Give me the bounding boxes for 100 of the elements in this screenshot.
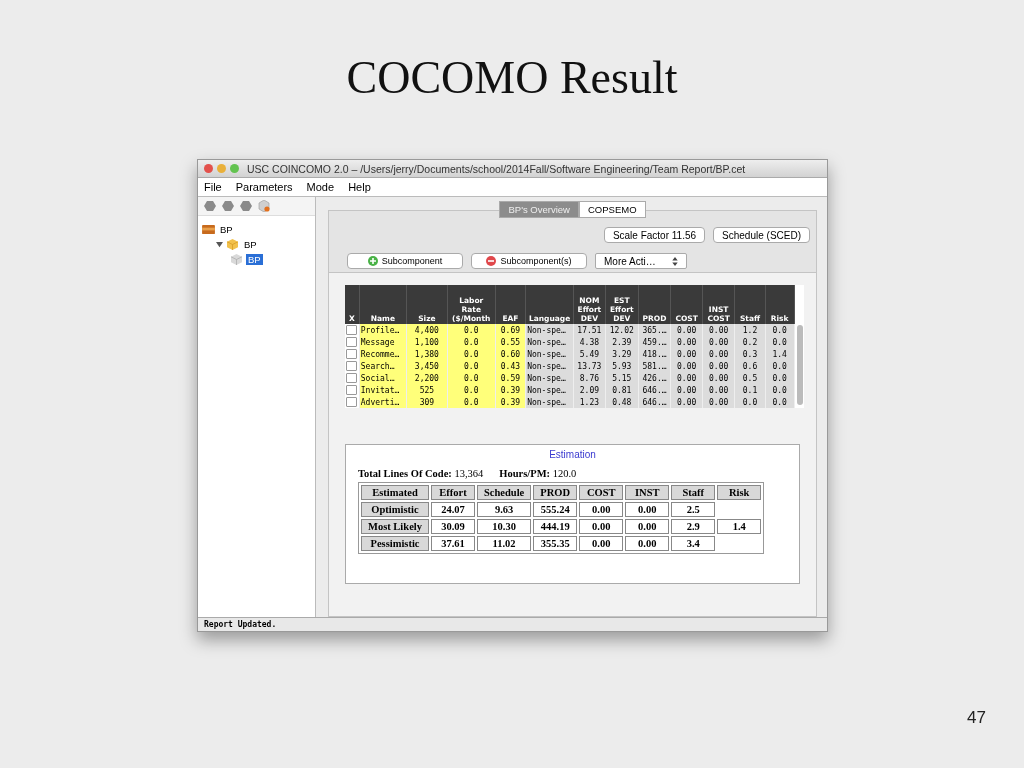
- row-checkbox[interactable]: [346, 325, 358, 335]
- hexagon-icon[interactable]: [240, 200, 252, 212]
- table-cell: 355.35: [533, 536, 578, 551]
- table-cell: 3.29: [605, 348, 639, 360]
- table-cell: 0.0: [765, 336, 795, 348]
- table-cell: 0.00: [670, 396, 703, 408]
- table-cell: 365.…: [638, 324, 671, 336]
- table-cell: 3.4: [671, 536, 716, 551]
- tab[interactable]: COPSEMO: [578, 201, 646, 218]
- tree-item[interactable]: BP: [218, 224, 235, 235]
- table-cell: 646.…: [638, 396, 671, 408]
- row-checkbox[interactable]: [346, 373, 358, 383]
- table-cell: 0.0: [447, 336, 496, 348]
- toolbar-button[interactable]: Scale Factor 11.56: [603, 227, 706, 243]
- table-cell: 1.4: [765, 348, 795, 360]
- column-header: Effort: [430, 485, 475, 500]
- add-subcomponent-button[interactable]: Subcomponent: [347, 253, 463, 269]
- row-checkbox[interactable]: [346, 385, 358, 395]
- column-header: Staff: [671, 485, 716, 500]
- folder-icon: [202, 224, 215, 235]
- summary-text: Hours/PM: 120.0: [499, 468, 577, 479]
- table-cell: 0.3: [734, 348, 766, 360]
- column-header: Risk: [717, 485, 762, 500]
- remove-subcomponent-button[interactable]: Subcomponent(s): [471, 253, 587, 269]
- table-cell: 0.0: [734, 396, 766, 408]
- hexagon-icon[interactable]: [222, 200, 234, 212]
- table-cell: 17.51: [573, 324, 606, 336]
- table-cell: 0.00: [579, 502, 624, 517]
- expand-triangle-icon[interactable]: [216, 241, 223, 248]
- row-checkbox[interactable]: [346, 349, 358, 359]
- column-header: COST: [579, 485, 624, 500]
- table-cell: 426.…: [638, 372, 671, 384]
- table-cell: 0.0: [447, 360, 496, 372]
- table-cell: 0.00: [670, 348, 703, 360]
- table-cell: 13.73: [573, 360, 606, 372]
- table-cell: 0.43: [495, 360, 526, 372]
- menu-item[interactable]: Help: [348, 181, 371, 193]
- menu-item[interactable]: File: [204, 181, 222, 193]
- table-cell: Social…: [359, 372, 407, 384]
- table-cell: 0.00: [670, 372, 703, 384]
- table-cell: 2.09: [573, 384, 606, 396]
- table-cell: 0.00: [702, 372, 735, 384]
- box-icon: [230, 254, 243, 265]
- table-cell: Invitat…: [359, 384, 407, 396]
- table-cell: 444.19: [533, 519, 578, 534]
- scrollbar[interactable]: [794, 285, 804, 408]
- table-cell: 5.15: [605, 372, 639, 384]
- table-cell: 0.00: [670, 360, 703, 372]
- table-cell: 0.55: [495, 336, 526, 348]
- table-cell: 9.63: [476, 502, 532, 517]
- table-cell: 30.09: [430, 519, 475, 534]
- row-header: Most Likely: [361, 519, 429, 534]
- table-cell: Non-spe…: [525, 396, 574, 408]
- table-cell: 0.48: [605, 396, 639, 408]
- table-cell: Search…: [359, 360, 407, 372]
- table-cell: 0.2: [734, 336, 766, 348]
- table-cell: 0.00: [670, 324, 703, 336]
- row-header: Optimistic: [361, 502, 429, 517]
- tree-item[interactable]: BP: [246, 254, 263, 265]
- row-checkbox[interactable]: [346, 337, 358, 347]
- toolbar-button[interactable]: Schedule (SCED): [713, 227, 810, 243]
- table-cell: 0.81: [605, 384, 639, 396]
- table-cell: 4,400: [406, 324, 448, 336]
- menu-item[interactable]: Parameters: [235, 181, 293, 193]
- table-cell: 0.0: [765, 372, 795, 384]
- table-cell: 0.39: [495, 396, 526, 408]
- table-cell: Message: [359, 336, 407, 348]
- table-cell: Recomme…: [359, 348, 407, 360]
- close-button[interactable]: [204, 164, 213, 173]
- table-cell: 0.00: [670, 384, 703, 396]
- table-cell: 2.39: [605, 336, 639, 348]
- column-header: INST: [625, 485, 670, 500]
- table-cell: 1.23: [573, 396, 606, 408]
- table-cell: 5.49: [573, 348, 606, 360]
- table-cell: 0.39: [495, 384, 526, 396]
- minus-icon: [486, 256, 497, 266]
- table-cell: 1,100: [406, 336, 448, 348]
- table-cell: 0.00: [625, 519, 670, 534]
- hexagon-icon[interactable]: [204, 200, 216, 212]
- table-cell: 0.0: [447, 372, 496, 384]
- table-cell: 0.0: [447, 396, 496, 408]
- menu-item[interactable]: Mode: [306, 181, 335, 193]
- table-cell: 0.00: [702, 360, 735, 372]
- plus-icon: [367, 256, 378, 266]
- row-checkbox[interactable]: [346, 397, 358, 407]
- column-header: PROD: [533, 485, 578, 500]
- row-checkbox[interactable]: [346, 361, 358, 371]
- cube-icon[interactable]: [258, 200, 270, 212]
- row-header: Pessimistic: [361, 536, 429, 551]
- table-cell: 309: [406, 396, 448, 408]
- box-icon: [226, 239, 239, 250]
- table-cell: 8.76: [573, 372, 606, 384]
- table-cell: 0.69: [495, 324, 526, 336]
- minimize-button[interactable]: [217, 164, 226, 173]
- zoom-button[interactable]: [230, 164, 239, 173]
- tree-item[interactable]: BP: [242, 239, 259, 250]
- actions-dropdown[interactable]: More Acti…: [595, 253, 687, 269]
- table-cell: 4.38: [573, 336, 606, 348]
- table-cell: 581.…: [638, 360, 671, 372]
- table-cell: 0.00: [670, 336, 703, 348]
